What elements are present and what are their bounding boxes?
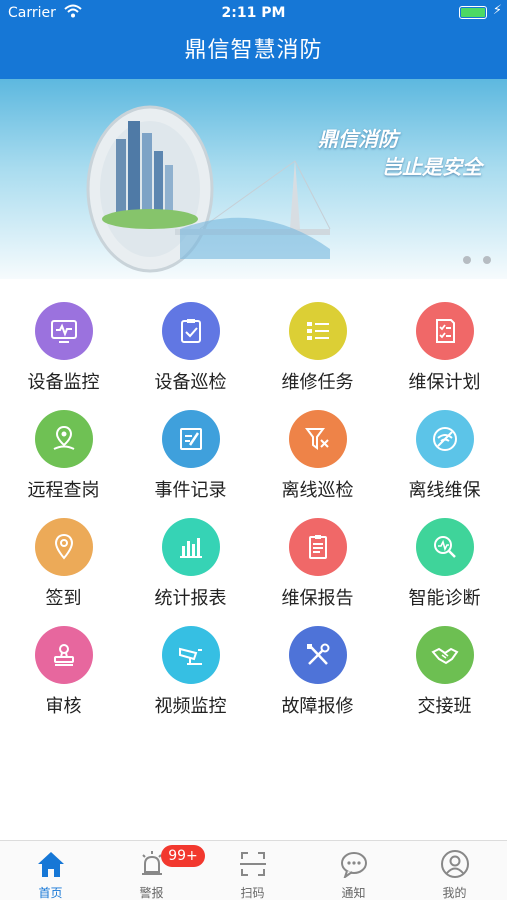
banner-slogan-2: 岂止是安全 [382,155,482,179]
edit-note-icon [161,410,220,468]
banner-slogan-1: 鼎信消防 [318,127,398,151]
carousel-dot[interactable] [483,256,491,264]
alarm-count-badge: 99+ [161,845,205,867]
grid-item-review[interactable]: 审核 [0,614,127,722]
tools-icon [288,626,347,684]
grid-item-label: 维保报告 [281,588,354,609]
profile-icon [436,847,474,881]
page-title: 鼎信智慧消防 [0,26,507,79]
grid-item-label: 维修任务 [281,372,354,393]
grid-item-label: 视频监控 [154,696,227,717]
grid-item-label: 离线维保 [408,480,481,501]
grid-item-remote-check[interactable]: 远程查岗 [0,398,127,506]
grid-item-fault-repair[interactable]: 故障报修 [254,614,381,722]
tab-profile[interactable]: 我的 [404,841,505,901]
grid-item-label: 设备巡检 [154,372,227,393]
grid-item-repair-task[interactable]: 维修任务 [254,290,381,398]
tab-label: 扫码 [240,886,265,900]
banner-carousel[interactable]: 鼎信消防 岂止是安全 [0,79,507,279]
grid-item-offline-maintenance[interactable]: 离线维保 [381,398,507,506]
tab-label: 警报 [139,886,164,900]
tab-home[interactable]: 首页 [0,841,101,901]
status-bar: Carrier 2:11 PM ⚡ [0,0,507,26]
charging-icon: ⚡ [492,3,502,18]
grid-item-maintenance-plan[interactable]: 维保计划 [381,290,507,398]
filter-off-icon [288,410,347,468]
tab-bar: 首页 99+ 警报 扫码 通知 我的 [0,840,507,900]
stamp-icon [34,626,93,684]
grid-item-shift-handover[interactable]: 交接班 [381,614,507,722]
bar-chart-icon [161,518,220,576]
tab-label: 通知 [341,886,366,900]
list-icon [288,302,347,360]
grid-item-check-in[interactable]: 签到 [0,506,127,614]
battery-icon [459,6,487,19]
grid-item-label: 审核 [45,696,82,717]
grid-item-label: 签到 [45,588,82,609]
clipboard-check-icon [161,302,220,360]
grid-item-event-log[interactable]: 事件记录 [127,398,254,506]
tab-alarm[interactable]: 99+ 警报 [101,841,205,901]
grid-item-smart-diagnosis[interactable]: 智能诊断 [381,506,507,614]
tab-label: 首页 [38,886,63,900]
tab-label: 我的 [442,886,467,900]
scan-icon [234,847,272,881]
grid-item-label: 远程查岗 [27,480,100,501]
grid-item-video-monitor[interactable]: 视频监控 [127,614,254,722]
grid-item-label: 设备监控 [27,372,100,393]
grid-item-offline-inspection[interactable]: 离线巡检 [254,398,381,506]
report-icon [288,518,347,576]
handshake-icon [415,626,474,684]
tab-notice[interactable]: 通知 [303,841,404,901]
grid-item-label: 离线巡检 [281,480,354,501]
grid-item-statistics[interactable]: 统计报表 [127,506,254,614]
grid-item-device-monitor[interactable]: 设备监控 [0,290,127,398]
grid-item-label: 智能诊断 [408,588,481,609]
grid-item-maintenance-report[interactable]: 维保报告 [254,506,381,614]
diagnosis-icon [415,518,474,576]
clock: 2:11 PM [221,5,286,21]
grid-item-label: 统计报表 [154,588,227,609]
home-icon [32,847,70,881]
tab-scan[interactable]: 扫码 [202,841,303,901]
grid-item-label: 维保计划 [408,372,481,393]
carousel-dot[interactable] [463,256,471,264]
grid-item-label: 交接班 [417,696,472,717]
location-icon [34,518,93,576]
checklist-icon [415,302,474,360]
cctv-camera-icon [161,626,220,684]
monitor-icon [34,302,93,360]
grid-item-device-inspection[interactable]: 设备巡检 [127,290,254,398]
grid-item-label: 事件记录 [154,480,227,501]
grid-item-label: 故障报修 [281,696,354,717]
chat-bubble-icon [335,847,373,881]
map-pin-icon [34,410,93,468]
wifi-off-icon [415,410,474,468]
